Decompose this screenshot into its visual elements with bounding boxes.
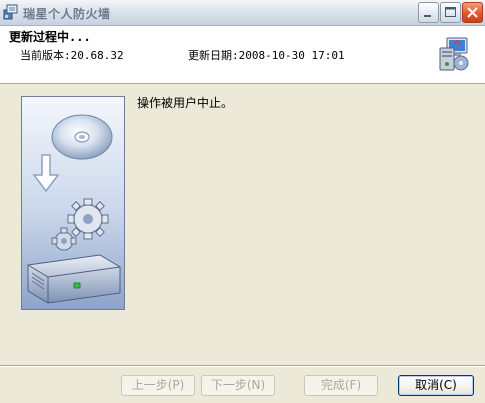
cancel-button[interactable]: 取消(C) xyxy=(398,375,474,396)
close-button[interactable] xyxy=(462,2,483,23)
footer-separator xyxy=(0,365,485,367)
update-computer-icon xyxy=(439,37,469,71)
minimize-icon xyxy=(424,15,431,17)
wizard-side-image xyxy=(21,96,125,310)
current-version-label: 当前版本:20.68.32 xyxy=(20,49,124,62)
header-title: 更新过程中... xyxy=(9,30,91,44)
maximize-icon xyxy=(445,7,456,17)
update-wizard-window: 瑞星个人防火墙 更新过程中... 当前版本:20.68.32 更新日期:2008… xyxy=(0,0,485,403)
title-bar[interactable]: 瑞星个人防火墙 xyxy=(0,0,485,26)
header-panel: 更新过程中... 当前版本:20.68.32 更新日期:2008-10-30 1… xyxy=(0,26,485,84)
status-message: 操作被用户中止。 xyxy=(137,96,234,110)
minimize-button[interactable] xyxy=(418,2,439,23)
maximize-button[interactable] xyxy=(440,2,461,23)
close-icon xyxy=(467,7,478,18)
back-button[interactable]: 上一步(P) xyxy=(121,375,195,396)
window-title: 瑞星个人防火墙 xyxy=(23,7,111,21)
app-icon xyxy=(3,4,18,20)
update-date-label: 更新日期:2008-10-30 17:01 xyxy=(188,49,345,62)
next-button[interactable]: 下一步(N) xyxy=(201,375,275,396)
cd-drive-gears-art xyxy=(22,97,124,309)
finish-button[interactable]: 完成(F) xyxy=(304,375,378,396)
